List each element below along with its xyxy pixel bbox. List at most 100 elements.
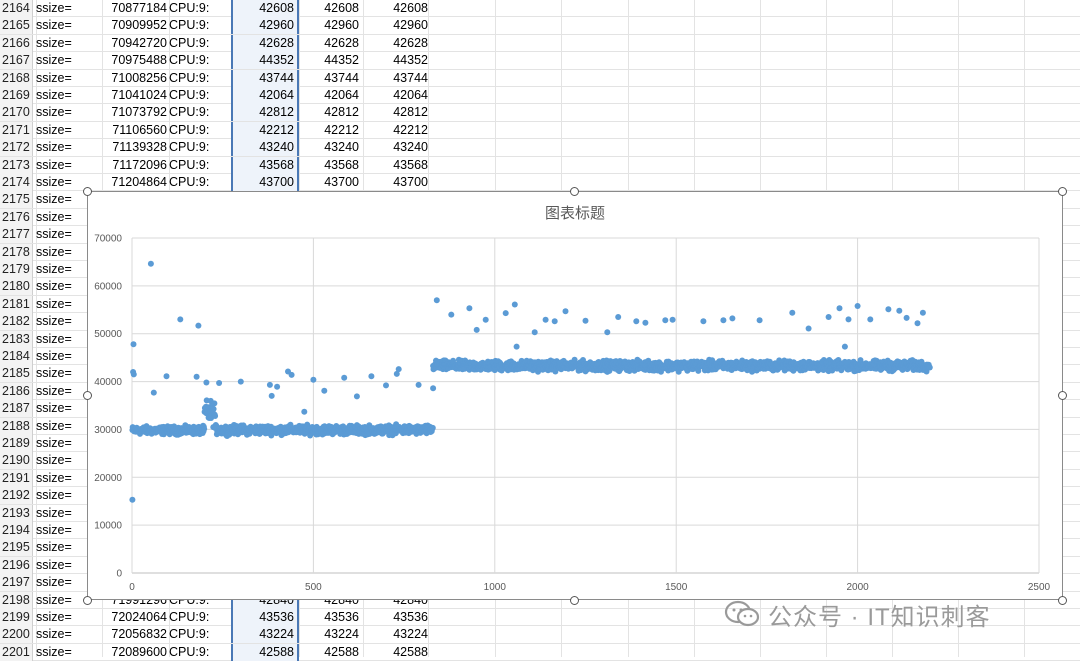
cell-d[interactable]: 42812 xyxy=(231,104,299,122)
row-number[interactable]: 2198 xyxy=(0,591,33,609)
cell-b[interactable]: 71139328 xyxy=(102,139,167,156)
cell-c[interactable]: CPU:9: xyxy=(169,157,231,174)
cell-c[interactable]: CPU:9: xyxy=(169,174,231,191)
resize-handle-left[interactable] xyxy=(83,391,92,400)
row-number[interactable]: 2166 xyxy=(0,34,33,52)
cell-f[interactable]: 43536 xyxy=(363,609,428,626)
row-number[interactable]: 2164 xyxy=(0,0,33,17)
row-number[interactable]: 2172 xyxy=(0,139,33,157)
cell-f[interactable]: 42212 xyxy=(363,122,428,139)
row-number[interactable]: 2190 xyxy=(0,452,33,470)
cell-e[interactable]: 43700 xyxy=(299,174,363,191)
cell-f[interactable]: 43568 xyxy=(363,157,428,174)
row-number[interactable]: 2199 xyxy=(0,609,33,626)
cell-e[interactable]: 43536 xyxy=(299,609,363,626)
row-number[interactable]: 2184 xyxy=(0,348,33,365)
resize-handle-bottom-left[interactable] xyxy=(83,596,92,605)
cell-d[interactable]: 42628 xyxy=(231,34,299,52)
cell-d[interactable]: 44352 xyxy=(231,52,299,70)
row-number[interactable]: 2167 xyxy=(0,52,33,70)
cell-d[interactable]: 43568 xyxy=(231,156,299,174)
cell-f[interactable]: 42608 xyxy=(363,0,428,17)
cell-f[interactable]: 44352 xyxy=(363,52,428,69)
cell-b[interactable]: 72056832 xyxy=(102,626,167,643)
cell-e[interactable]: 44352 xyxy=(299,52,363,69)
row-number[interactable]: 2196 xyxy=(0,556,33,574)
cell-c[interactable]: CPU:9: xyxy=(169,644,231,661)
cell-a[interactable]: ssize= xyxy=(36,35,100,52)
cell-e[interactable]: 43568 xyxy=(299,157,363,174)
cell-a[interactable]: ssize= xyxy=(36,87,100,104)
cell-a[interactable]: ssize= xyxy=(36,104,100,121)
cell-f[interactable]: 43744 xyxy=(363,70,428,87)
cell-d[interactable]: 43240 xyxy=(231,139,299,157)
row-number[interactable]: 2179 xyxy=(0,261,33,278)
cell-b[interactable]: 71073792 xyxy=(102,104,167,121)
cell-e[interactable]: 43224 xyxy=(299,626,363,643)
row-number[interactable]: 2181 xyxy=(0,295,33,313)
cell-c[interactable]: CPU:9: xyxy=(169,626,231,643)
row-number[interactable]: 2183 xyxy=(0,330,33,348)
cell-a[interactable]: ssize= xyxy=(36,609,100,626)
resize-handle-top-left[interactable] xyxy=(83,187,92,196)
cell-e[interactable]: 42960 xyxy=(299,17,363,34)
cell-b[interactable]: 71106560 xyxy=(102,122,167,139)
row-number[interactable]: 2195 xyxy=(0,539,33,557)
chart-area[interactable]: 图表标题 0 10000 20000 30000 40000 50000 60000 7000… xyxy=(87,191,1063,600)
cell-e[interactable]: 42812 xyxy=(299,104,363,121)
cell-c[interactable]: CPU:9: xyxy=(169,35,231,52)
row-number[interactable]: 2192 xyxy=(0,487,33,505)
cell-a[interactable]: ssize= xyxy=(36,52,100,69)
resize-handle-top[interactable] xyxy=(570,187,579,196)
row-number[interactable]: 2171 xyxy=(0,121,33,139)
cell-b[interactable]: 71172096 xyxy=(102,157,167,174)
row-number[interactable]: 2174 xyxy=(0,174,33,191)
cell-d[interactable]: 42064 xyxy=(231,87,299,104)
cell-f[interactable]: 43224 xyxy=(363,626,428,643)
cell-e[interactable]: 42588 xyxy=(299,644,363,661)
row-number[interactable]: 2173 xyxy=(0,156,33,174)
cell-b[interactable]: 70942720 xyxy=(102,35,167,52)
row-number[interactable]: 2175 xyxy=(0,191,33,209)
cell-e[interactable]: 42212 xyxy=(299,122,363,139)
row-number[interactable]: 2177 xyxy=(0,226,33,244)
row-number[interactable]: 2178 xyxy=(0,243,33,261)
cell-d[interactable]: 42608 xyxy=(231,0,299,17)
row-number[interactable]: 2187 xyxy=(0,400,33,418)
cell-a[interactable]: ssize= xyxy=(36,626,100,643)
row-number[interactable]: 2185 xyxy=(0,365,33,383)
cell-c[interactable]: CPU:9: xyxy=(169,52,231,69)
cell-a[interactable]: ssize= xyxy=(36,0,100,17)
row-number[interactable]: 2169 xyxy=(0,87,33,104)
cell-e[interactable]: 42608 xyxy=(299,0,363,17)
row-number[interactable]: 2176 xyxy=(0,208,33,226)
cell-f[interactable]: 43240 xyxy=(363,139,428,156)
cell-f[interactable]: 43700 xyxy=(363,174,428,191)
row-number[interactable]: 2191 xyxy=(0,469,33,487)
row-number[interactable]: 2165 xyxy=(0,17,33,35)
row-number[interactable]: 2170 xyxy=(0,104,33,122)
cell-f[interactable]: 42960 xyxy=(363,17,428,34)
row-number[interactable]: 2197 xyxy=(0,574,33,592)
cell-a[interactable]: ssize= xyxy=(36,17,100,34)
resize-handle-right[interactable] xyxy=(1058,391,1067,400)
cell-b[interactable]: 72089600 xyxy=(102,644,167,661)
row-number[interactable]: 2201 xyxy=(0,643,33,661)
cell-c[interactable]: CPU:9: xyxy=(169,139,231,156)
cell-e[interactable]: 42628 xyxy=(299,35,363,52)
row-number[interactable]: 2186 xyxy=(0,382,33,400)
cell-a[interactable]: ssize= xyxy=(36,122,100,139)
cell-a[interactable]: ssize= xyxy=(36,70,100,87)
cell-b[interactable]: 71041024 xyxy=(102,87,167,104)
cell-e[interactable]: 43240 xyxy=(299,139,363,156)
cell-d[interactable]: 42588 xyxy=(231,643,299,661)
resize-handle-bottom[interactable] xyxy=(570,596,579,605)
cell-d[interactable]: 43700 xyxy=(231,174,299,191)
cell-b[interactable]: 70877184 xyxy=(102,0,167,17)
cell-d[interactable]: 42960 xyxy=(231,17,299,35)
cell-b[interactable]: 71204864 xyxy=(102,174,167,191)
row-number[interactable]: 2188 xyxy=(0,417,33,435)
cell-b[interactable]: 72024064 xyxy=(102,609,167,626)
cell-f[interactable]: 42588 xyxy=(363,644,428,661)
cell-b[interactable]: 70909952 xyxy=(102,17,167,34)
